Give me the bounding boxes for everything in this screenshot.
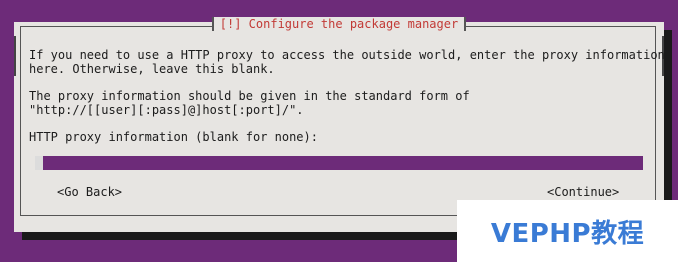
format-line-2: "http://[[user][:pass]@]host[:port]/". <box>29 103 304 117</box>
proxy-input[interactable] <box>35 156 643 170</box>
watermark-logo: VEPHP教程 <box>457 200 678 262</box>
proxy-field-label: HTTP proxy information (blank for none): <box>29 130 318 144</box>
left-scroll-marker <box>14 36 16 76</box>
format-line-1: The proxy information should be given in… <box>29 89 470 103</box>
text-cursor <box>35 156 43 170</box>
go-back-button[interactable]: <Go Back> <box>57 185 122 199</box>
intro-line-2: here. Otherwise, leave this blank. <box>29 62 275 76</box>
watermark-text: VEPHP教程 <box>490 218 645 249</box>
continue-button[interactable]: <Continue> <box>547 185 619 199</box>
intro-line-1: If you need to use a HTTP proxy to acces… <box>29 48 665 62</box>
installer-screen: [!] Configure the package manager If you… <box>0 0 678 262</box>
format-paragraph: The proxy information should be given in… <box>29 89 470 117</box>
intro-paragraph: If you need to use a HTTP proxy to acces… <box>29 48 665 76</box>
